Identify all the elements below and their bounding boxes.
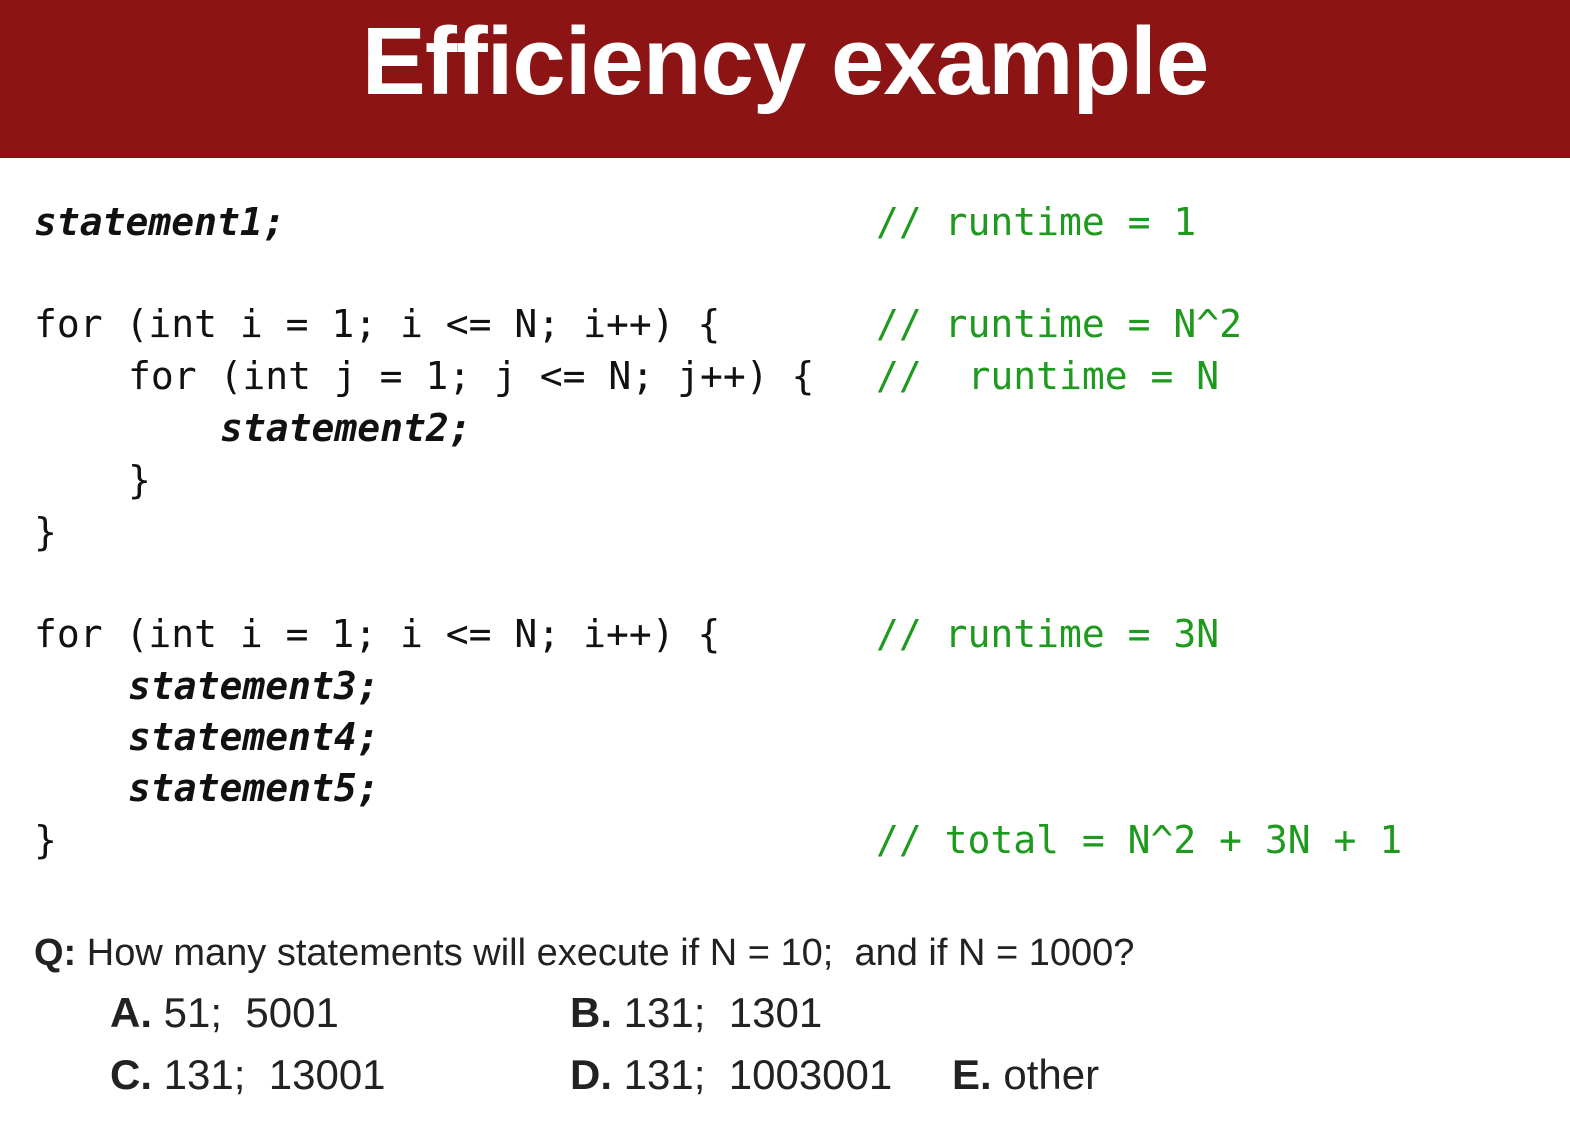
code-loop1-inner: for (int j = 1; j <= N; j++) { [128, 354, 815, 398]
slide: Efficiency example statement1; // runtim… [0, 0, 1570, 1140]
choice-a-letter: A. [110, 989, 152, 1036]
code-statement3: statement3; [128, 664, 380, 708]
code-statement4: statement4; [128, 715, 380, 759]
slide-title: Efficiency example [361, 8, 1209, 115]
question-label: Q: [34, 932, 77, 974]
choice-b-text: 131; 1301 [612, 989, 823, 1036]
choice-e-text: other [991, 1051, 1100, 1098]
choice-c: C. 131; 13001 [110, 1045, 386, 1105]
code-inner-close-brace: } [128, 458, 151, 502]
choice-b: B. 131; 1301 [570, 983, 822, 1043]
choice-e-letter: E. [952, 1051, 992, 1098]
choice-d-text: 131; 1003001 [612, 1051, 893, 1098]
choice-a-text: 51; 5001 [152, 989, 339, 1036]
choice-d: D. 131; 1003001 [570, 1045, 892, 1105]
choice-c-text: 131; 13001 [152, 1051, 386, 1098]
code-statement2: statement2; [220, 406, 472, 450]
code-loop1-outer: for (int i = 1; i <= N; i++) { [34, 302, 721, 346]
code-loop2-close-brace: } [34, 818, 57, 862]
comment-runtime-3n: // runtime = 3N [876, 612, 1220, 656]
choice-b-letter: B. [570, 989, 612, 1036]
choice-a: A. 51; 5001 [110, 983, 339, 1043]
question: Q: How many statements will execute if N… [34, 925, 1134, 981]
question-text: How many statements will execute if N = … [76, 932, 1135, 974]
code-loop2-header: for (int i = 1; i <= N; i++) { [34, 612, 721, 656]
code-outer-close-brace: } [34, 510, 57, 554]
choice-e: E. other [952, 1045, 1099, 1105]
comment-runtime-n-squared: // runtime = N^2 [876, 302, 1243, 346]
comment-total: // total = N^2 + 3N + 1 [876, 818, 1403, 862]
comment-runtime-n: // runtime = N [876, 354, 1220, 398]
code-statement1: statement1; [34, 200, 286, 244]
code-statement5: statement5; [128, 766, 380, 810]
choice-d-letter: D. [570, 1051, 612, 1098]
choice-c-letter: C. [110, 1051, 152, 1098]
comment-runtime-1: // runtime = 1 [876, 200, 1197, 244]
